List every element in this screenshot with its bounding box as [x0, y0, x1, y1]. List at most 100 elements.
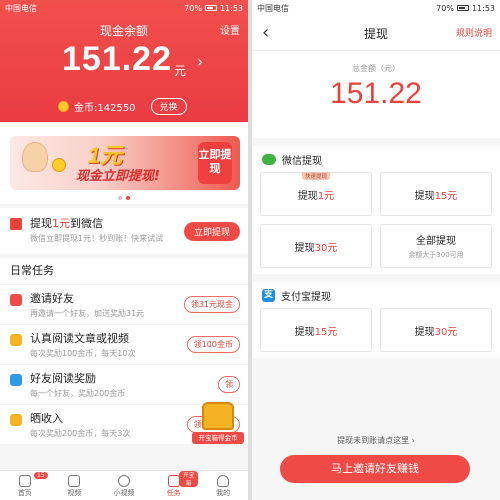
- banner-section: 1元 现金立即提现! 立即提现: [0, 122, 248, 204]
- signal-percent: 70%: [436, 3, 454, 13]
- total-label: 总金额（元）: [352, 64, 400, 73]
- task-subtitle: 每次奖励100金币，每天10次: [30, 349, 136, 358]
- tab-label: 任务: [166, 489, 181, 497]
- total-amount: 151.22: [330, 77, 422, 110]
- chevron-right-icon[interactable]: ›: [197, 52, 203, 71]
- missing-withdraw-link[interactable]: 提现未到账请点这里 ›: [252, 435, 500, 446]
- treasure-box-button[interactable]: 开宝箱得金币: [192, 398, 244, 450]
- alipay-option-30[interactable]: 提现30元: [380, 308, 492, 352]
- withdraw-title: 提现1元到微信: [30, 215, 103, 231]
- battery-icon: [456, 5, 469, 11]
- cash-amount[interactable]: 151.22: [62, 40, 172, 79]
- status-bar: 中国电信 70% 11:53: [252, 0, 500, 16]
- promo-banner[interactable]: 1元 现金立即提现! 立即提现: [10, 136, 240, 190]
- invite-icon: [10, 294, 22, 306]
- option-amount: 15元: [434, 190, 458, 202]
- carousel-dots: [0, 196, 248, 200]
- option-amount: 30元: [314, 242, 338, 254]
- option-amount: 30元: [434, 326, 458, 338]
- withdraw-option-all[interactable]: 全部提现 余额大于300可用: [380, 224, 492, 268]
- withdraw-subtitle: 微信立即提现1元！秒到账！快来试试: [30, 234, 164, 243]
- task-row: 邀请好友 再邀请一个好友，加送奖励31元 领31元现金: [0, 284, 248, 324]
- task-subtitle: 每一个好友，奖励200金币: [30, 389, 126, 398]
- tab-label: 视频: [67, 489, 82, 497]
- task-title: 认真阅读文章或视频: [30, 332, 129, 345]
- wechat-withdraw-row: 提现1元到微信 微信立即提现1元！秒到账！快来试试 立即提现: [0, 208, 248, 254]
- task-title: 晒收入: [30, 412, 63, 425]
- eye-icon: [10, 374, 22, 386]
- withdraw-title-amount: 1元: [52, 217, 70, 230]
- wechat-title: 微信提现: [282, 155, 322, 167]
- clock: 11:53: [219, 3, 243, 13]
- task-subtitle: 每次奖励200金币，每天3次: [30, 429, 131, 438]
- withdraw-icon: [10, 218, 22, 230]
- option-label: 提现: [297, 190, 318, 202]
- task-button[interactable]: 领: [218, 376, 240, 393]
- treasure-badge: 开宝箱: [178, 471, 199, 487]
- tab-label: 首页: [17, 489, 32, 497]
- withdraw-title-suffix: 到微信: [70, 217, 103, 230]
- alipay-options: 提现15元 提现30元: [252, 308, 500, 352]
- withdraw-option-1[interactable]: 快速提现 提现1元: [260, 172, 372, 216]
- carrier-label: 中国电信: [257, 3, 289, 13]
- task-title: 好友阅读奖励: [30, 372, 96, 385]
- withdraw-title-prefix: 提现: [30, 217, 52, 230]
- carousel-dot[interactable]: [118, 196, 122, 200]
- cash-header: 中国电信 70% 11:53 现金余额 设置 151.22 元 › 金币:142…: [0, 0, 248, 122]
- signal-percent: 70%: [184, 3, 202, 13]
- invite-friends-button[interactable]: 马上邀请好友赚钱: [280, 455, 470, 483]
- option-label: 全部提现: [416, 236, 456, 247]
- tab-tasks[interactable]: 任务 开宝箱: [149, 471, 199, 500]
- exchange-button[interactable]: 兑换: [150, 98, 187, 115]
- withdraw-now-button[interactable]: 立即提现: [183, 222, 240, 241]
- profit-panel: 中国电信 70% 11:53 现金余额 设置 151.22 元 › 金币:142…: [0, 0, 248, 500]
- coin-icon: [52, 158, 66, 172]
- tab-short-video[interactable]: 小视频: [99, 471, 149, 500]
- play-icon: [117, 475, 130, 487]
- bottom-tab-bar: 首页 15 视频 小视频 任务 开宝箱 我的: [0, 470, 248, 500]
- tab-label: 小视频: [113, 489, 135, 497]
- option-amount: 1元: [317, 190, 335, 202]
- clock: 11:53: [471, 3, 495, 13]
- task-row: 认真阅读文章或视频 每次奖励100金币，每天10次 领100金币: [0, 324, 248, 364]
- option-label: 提现: [294, 326, 315, 338]
- alipay-option-15[interactable]: 提现15元: [260, 308, 372, 352]
- banner-cta[interactable]: 立即提现: [198, 142, 232, 184]
- option-note: 余额大于300可用: [408, 251, 464, 259]
- rules-link[interactable]: 规则说明: [456, 26, 492, 39]
- treasure-chest-icon: [202, 402, 234, 430]
- tab-home[interactable]: 首页 15: [0, 471, 50, 500]
- settings-link[interactable]: 设置: [220, 22, 240, 37]
- withdraw-panel: 中国电信 70% 11:53 ‹ 提现 规则说明 总金额（元） 151.22 微…: [252, 0, 500, 500]
- status-bar: 中国电信 70% 11:53: [0, 0, 248, 16]
- screen-pair: 中国电信 70% 11:53 现金余额 设置 151.22 元 › 金币:142…: [0, 0, 500, 500]
- wechat-icon: [262, 153, 276, 165]
- treasure-label: 开宝箱得金币: [192, 432, 244, 444]
- tab-me[interactable]: 我的: [198, 471, 248, 500]
- alipay-header: 支 支付宝提现: [252, 282, 500, 308]
- notification-badge: 15: [34, 472, 48, 479]
- task-title: 邀请好友: [30, 292, 74, 305]
- coin-balance: 金币:142550: [74, 103, 136, 114]
- wechat-section: 微信提现 快速提现 提现1元 提现15元 提现30元 全部提现 余额大于300可…: [252, 146, 500, 274]
- wechat-options: 快速提现 提现1元 提现15元 提现30元 全部提现 余额大于300可用: [252, 172, 500, 268]
- option-label: 提现: [414, 190, 435, 202]
- carousel-dot-active[interactable]: [126, 196, 130, 200]
- tab-label: 我的: [216, 489, 231, 497]
- alipay-title: 支付宝提现: [281, 291, 331, 303]
- hand-icon: [22, 142, 48, 172]
- withdraw-option-15[interactable]: 提现15元: [380, 172, 492, 216]
- tab-video[interactable]: 视频: [50, 471, 100, 500]
- option-amount: 15元: [314, 326, 338, 338]
- task-button[interactable]: 领31元现金: [183, 296, 240, 313]
- coin-icon: [58, 101, 69, 112]
- battery-icon: [204, 5, 217, 11]
- carrier-label: 中国电信: [5, 3, 37, 13]
- withdraw-option-30[interactable]: 提现30元: [260, 224, 372, 268]
- option-label: 提现: [414, 326, 435, 338]
- task-button[interactable]: 领100金币: [186, 336, 240, 353]
- wechat-header: 微信提现: [252, 146, 500, 172]
- home-icon: [18, 475, 31, 487]
- banner-subtitle: 现金立即提现!: [76, 169, 160, 184]
- task-icon: [167, 475, 180, 487]
